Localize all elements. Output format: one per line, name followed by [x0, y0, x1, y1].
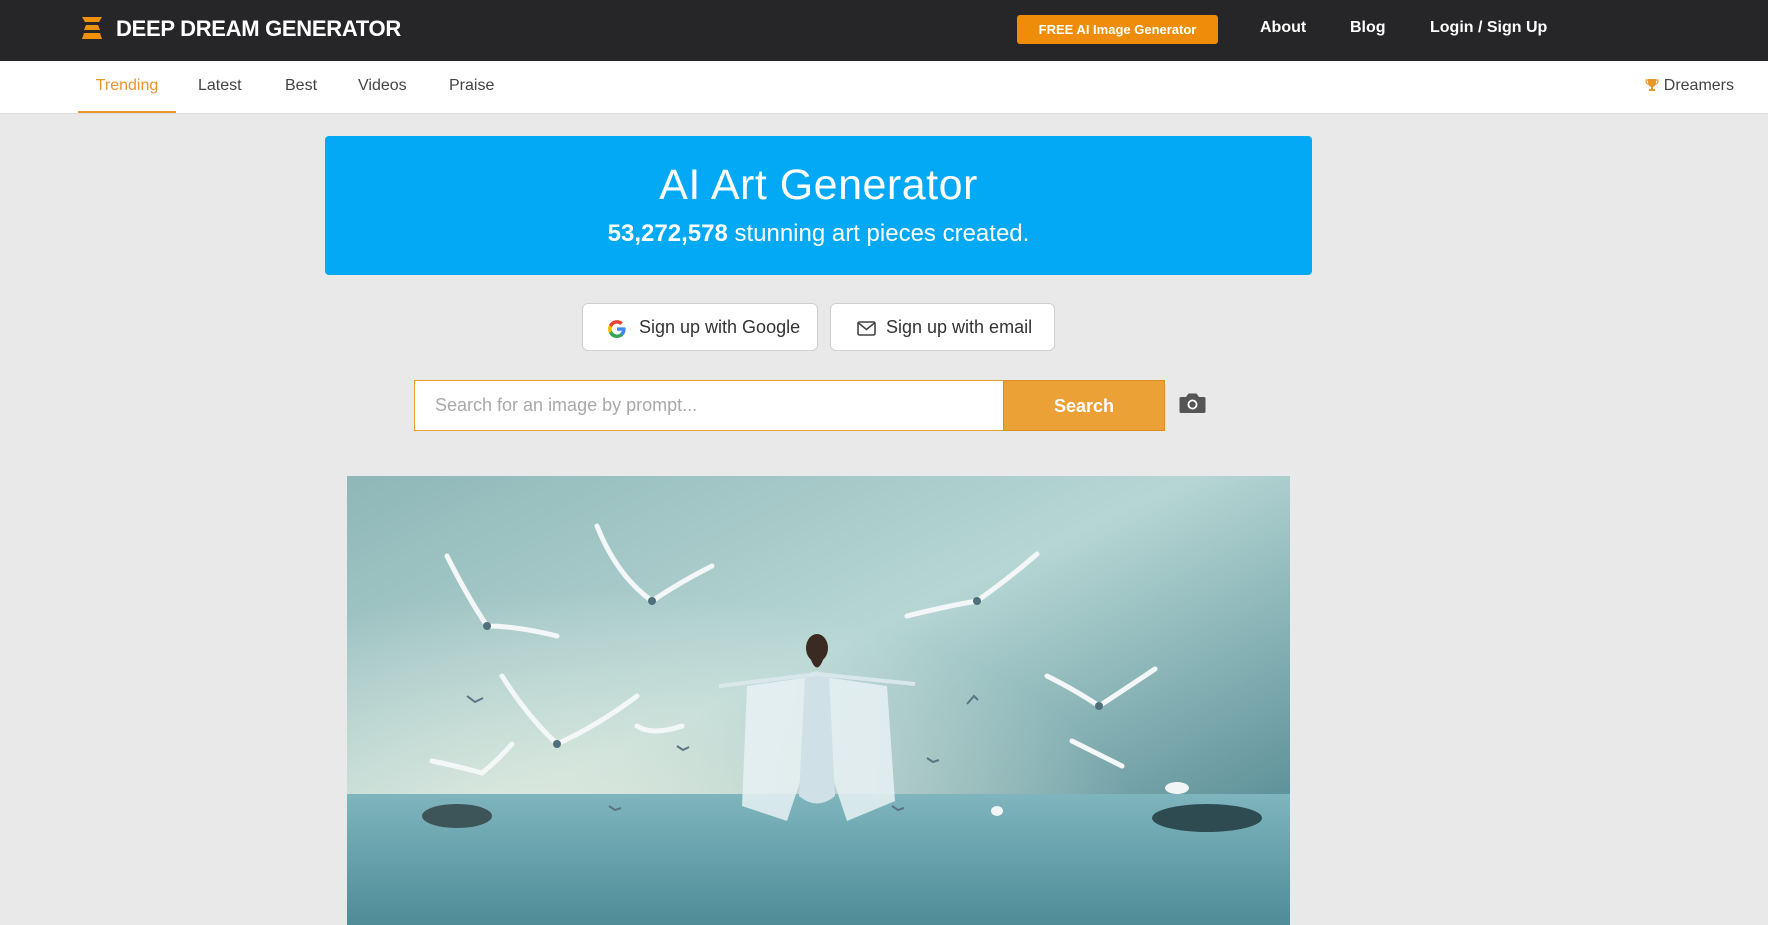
featured-artwork-image[interactable]: [347, 476, 1290, 925]
signup-email-button[interactable]: Sign up with email: [830, 303, 1055, 351]
dreamers-link[interactable]: Dreamers: [1645, 61, 1734, 113]
tab-videos[interactable]: Videos: [358, 61, 407, 113]
nav-link-blog[interactable]: Blog: [1350, 19, 1386, 37]
signup-google-label: Sign up with Google: [639, 317, 801, 337]
tab-trending[interactable]: Trending: [78, 61, 176, 113]
mail-icon: [857, 321, 876, 336]
featured-artwork-svg: [347, 476, 1290, 925]
tab-latest[interactable]: Latest: [198, 61, 242, 113]
dreamers-label: Dreamers: [1663, 77, 1734, 94]
art-count: 53,272,578: [607, 220, 728, 247]
hero-title: AI Art Generator: [659, 161, 978, 209]
category-tabs: Trending Latest Best Videos Praise Dream…: [0, 61, 1768, 114]
nav-link-login-signup[interactable]: Login / Sign Up: [1430, 19, 1547, 37]
camera-icon[interactable]: [1179, 391, 1206, 415]
search-input[interactable]: [414, 380, 1004, 431]
free-ai-image-generator-button[interactable]: FREE AI Image Generator: [1017, 15, 1218, 44]
hero-subtitle-text: stunning art pieces created.: [727, 220, 1030, 247]
nav-link-about[interactable]: About: [1260, 19, 1306, 37]
trophy-icon: [1645, 79, 1659, 91]
hero-banner: AI Art Generator 53,272,578 stunning art…: [325, 136, 1312, 275]
hero-subtitle: 53,272,578 stunning art pieces created.: [325, 220, 1312, 248]
tab-praise[interactable]: Praise: [449, 61, 494, 113]
google-icon: [608, 320, 626, 338]
top-navbar: DEEP DREAM GENERATOR FREE AI Image Gener…: [0, 0, 1768, 61]
logo-icon[interactable]: [82, 17, 102, 39]
site-logo-text[interactable]: DEEP DREAM GENERATOR: [116, 16, 401, 42]
signup-google-button[interactable]: Sign up with Google: [582, 303, 818, 351]
search-button[interactable]: Search: [1003, 380, 1165, 431]
signup-email-label: Sign up with email: [886, 317, 1033, 337]
tab-best[interactable]: Best: [285, 61, 317, 113]
